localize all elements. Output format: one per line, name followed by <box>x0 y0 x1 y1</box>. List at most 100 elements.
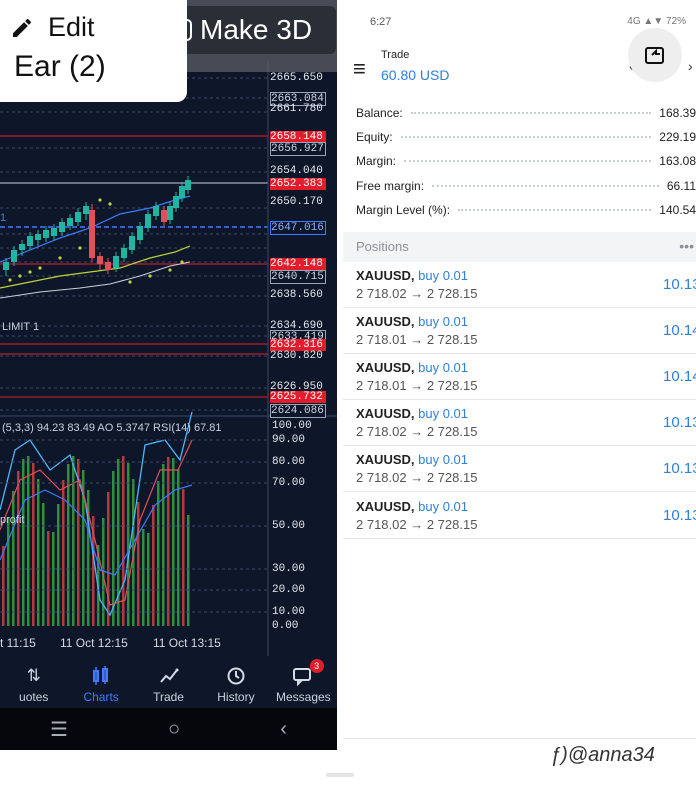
position-profit: 10.13 <box>663 507 696 524</box>
ao-bar <box>107 492 110 626</box>
ao-bar <box>57 504 60 626</box>
position-symbol: XAUUSD, <box>356 314 415 329</box>
nav-charts[interactable]: Charts <box>67 656 134 708</box>
summary-value: 168.39 <box>659 106 696 120</box>
recent-apps-icon[interactable]: ☰ <box>50 717 68 742</box>
profit-total: 60.80 USD <box>381 67 450 83</box>
ao-bar <box>62 480 65 626</box>
nav-label: Charts <box>83 690 119 704</box>
sar-dot <box>180 260 184 264</box>
indicator-values: (5,3,3) 94.23 83.49 AO 5.3747 RSI(14) 67… <box>2 422 222 434</box>
page-title: Trade <box>381 49 410 61</box>
quotes-icon: ⇅ <box>26 666 41 685</box>
price-axis-label: 2624.086 <box>270 404 326 418</box>
oscillator-axis-label: 50.00 <box>272 520 306 532</box>
ao-bar <box>17 471 20 626</box>
price-axis-label: 2665.650 <box>270 72 323 84</box>
candle-body <box>145 214 151 228</box>
position-row[interactable]: XAUUSD, buy 0.01 2 718.02 → 2 728.15 10.… <box>343 493 696 539</box>
summary-label: Equity: <box>356 130 393 144</box>
position-profit: 10.13 <box>663 414 696 431</box>
candle-body <box>27 236 33 246</box>
charts-icon <box>91 666 111 686</box>
nav-messages[interactable]: 3 Messages <box>270 656 337 708</box>
position-row[interactable]: XAUUSD, buy 0.01 2 718.02 → 2 728.15 10.… <box>343 446 696 492</box>
candle-body <box>105 262 111 270</box>
ao-bar <box>32 463 35 626</box>
nav-label: History <box>217 690 255 704</box>
ao-bar <box>117 459 120 626</box>
oscillator-axis-label: 80.00 <box>272 456 306 468</box>
candle-body <box>43 230 49 238</box>
position-row[interactable]: XAUUSD, buy 0.01 2 718.02 → 2 728.15 10.… <box>343 400 696 446</box>
summary-label: Margin Level (%): <box>356 203 451 217</box>
position-prices: 2 718.01 → 2 728.15 <box>356 332 478 347</box>
price-axis-label: 2656.927 <box>270 142 326 156</box>
price-axis-label: 2661.780 <box>270 103 323 115</box>
position-side: buy 0.01 <box>418 452 469 467</box>
position-row[interactable]: XAUUSD, buy 0.01 2 718.01 → 2 728.15 10.… <box>343 354 696 400</box>
sar-dot <box>8 278 12 282</box>
nav-label: Trade <box>153 690 184 704</box>
sar-dot <box>58 256 62 260</box>
back-icon[interactable]: ‹ <box>280 718 287 741</box>
nav-quotes[interactable]: ⇅ uotes <box>0 656 67 708</box>
price-axis-label: 2650.170 <box>270 196 323 208</box>
position-prices: 2 718.01 → 2 728.15 <box>356 378 478 393</box>
candle-body <box>51 228 57 236</box>
position-row[interactable]: XAUUSD, buy 0.01 2 718.01 → 2 728.15 10.… <box>343 308 696 354</box>
chart-screen: 1 LIMIT 1 (5,3,3) 94.23 83.49 AO 5.3747 … <box>0 0 337 750</box>
time-axis-label: 11 Oct 12:15 <box>60 636 128 650</box>
oscillator-axis-label: 70.00 <box>272 477 306 489</box>
author-watermark: ƒ)@anna34 <box>550 744 655 766</box>
status-icons: 4G ▲▼ 72% <box>627 16 686 27</box>
oscillator-axis-label: 10.00 <box>272 606 306 618</box>
position-symbol: XAUUSD, <box>356 360 415 375</box>
sar-dot <box>78 246 82 250</box>
position-prices: 2 718.02 → 2 728.15 <box>356 424 478 439</box>
candle-body <box>89 210 95 258</box>
summary-value: 140.54 <box>659 203 696 217</box>
bottom-navigation: ⇅ uotes Charts Trade History 3 Messages <box>0 656 337 708</box>
candle-body <box>19 244 25 250</box>
position-row[interactable]: XAUUSD, buy 0.01 2 718.02 → 2 728.15 10.… <box>343 262 696 308</box>
summary-equity: Equity: 229.19 <box>356 125 696 149</box>
summary-value: 66.11 <box>666 179 696 193</box>
ao-bar <box>112 471 115 626</box>
ao-bar <box>162 464 165 626</box>
trade-screen: 6:27 4G ▲▼ 72% ≡ Trade 60.80 USD ‹ › Bal… <box>343 0 696 750</box>
edit-label: Edit <box>48 12 95 42</box>
candle-body <box>185 180 191 190</box>
nav-label: Messages <box>275 690 331 704</box>
edit-button[interactable]: Edit <box>10 12 95 43</box>
nav-history[interactable]: History <box>202 656 269 708</box>
edit-panel: Edit Ear (2) <box>0 0 187 102</box>
sar-dot <box>128 280 132 284</box>
sar-dot <box>28 270 32 274</box>
position-side: buy 0.01 <box>418 314 469 329</box>
position-side: buy 0.01 <box>418 499 469 514</box>
price-axis-label: 2654.040 <box>270 165 323 177</box>
more-options-icon[interactable]: ••• <box>679 238 694 254</box>
home-icon[interactable]: ○ <box>168 718 180 741</box>
chevron-right-icon[interactable]: › <box>688 58 693 74</box>
ao-bar <box>22 459 25 626</box>
position-profit: 10.13 <box>663 276 696 293</box>
nav-label: uotes <box>19 690 49 704</box>
nav-trade[interactable]: Trade <box>135 656 202 708</box>
position-prices: 2 718.02 → 2 728.15 <box>356 517 478 532</box>
leader-dots <box>458 209 652 211</box>
sar-dot <box>168 268 172 272</box>
summary-margin-level: Margin Level (%): 140.54 <box>356 198 696 222</box>
summary-free-margin: Free margin: 66.11 <box>356 174 696 198</box>
leader-dots <box>432 185 659 187</box>
menu-icon[interactable]: ≡ <box>353 56 366 82</box>
ma-line <box>0 261 191 299</box>
share-icon[interactable] <box>628 28 682 82</box>
candle-body <box>137 226 143 240</box>
candle-body <box>83 206 89 214</box>
composite-screenshot: 1 LIMIT 1 (5,3,3) 94.23 83.49 AO 5.3747 … <box>0 0 696 797</box>
status-time: 6:27 <box>370 16 392 28</box>
leader-dots <box>404 160 652 162</box>
ao-bar <box>27 456 30 626</box>
